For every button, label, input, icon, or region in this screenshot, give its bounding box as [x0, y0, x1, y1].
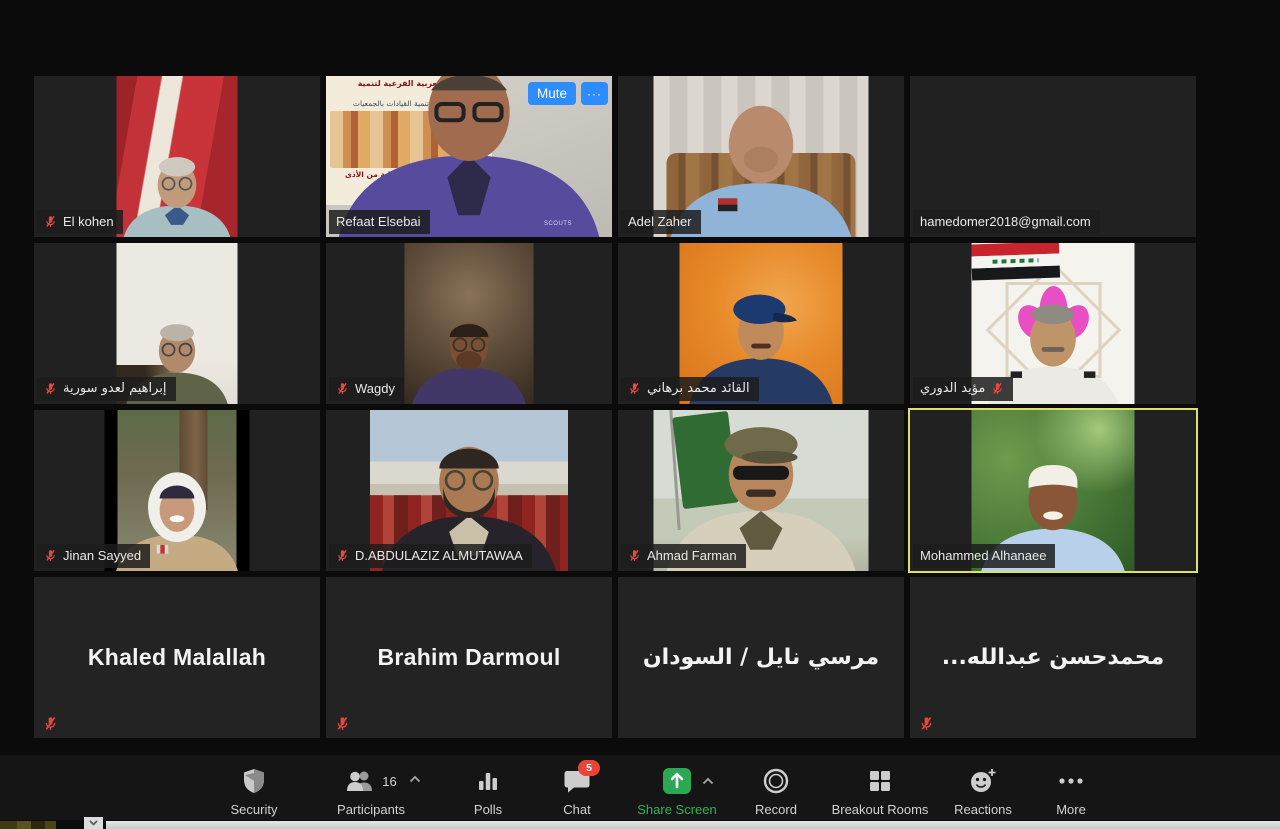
participant-name: hamedomer2018@gmail.com	[920, 215, 1091, 228]
participant-name: Jinan Sayyed	[63, 549, 141, 562]
security-label: Security	[231, 802, 278, 817]
person-silhouette	[405, 243, 534, 404]
muted-mic-icon	[43, 716, 58, 731]
participant-name-label: Adel Zaher	[621, 210, 701, 234]
meeting-toolbar: op Video Security 16 Par	[0, 755, 1280, 820]
participant-name-label: Jinan Sayyed	[37, 544, 150, 568]
polls-icon	[476, 769, 500, 793]
more-button[interactable]: More	[1006, 767, 1136, 817]
participants-button[interactable]: 16 Participants	[306, 767, 436, 817]
video-tile-wagdy[interactable]: Wagdy	[326, 243, 612, 404]
muted-mic-icon	[919, 716, 934, 731]
participant-name-label: إبراهيم لعدو سورية	[37, 377, 176, 401]
breakout-rooms-icon	[868, 769, 892, 793]
participant-name-label: hamedomer2018@gmail.com	[913, 210, 1100, 234]
participant-name: El kohen	[63, 215, 114, 228]
video-tile-hamedomer[interactable]: hamedomer2018@gmail.com	[910, 76, 1196, 237]
video-tile-abdulaziz[interactable]: D.ABDULAZIZ ALMUTAWAA	[326, 410, 612, 571]
video-tile-ahmad-farman[interactable]: Ahmad Farman	[618, 410, 904, 571]
muted-mic-icon	[44, 549, 57, 562]
muted-mic-icon	[44, 215, 57, 228]
participant-name-label: Wagdy	[329, 377, 404, 401]
participants-count: 16	[382, 774, 396, 789]
breakout-rooms-label: Breakout Rooms	[832, 802, 929, 817]
chat-label: Chat	[563, 802, 590, 817]
participant-name-label: Refaat Elsebai	[329, 210, 430, 234]
share-screen-label: Share Screen	[637, 802, 717, 817]
shield-icon	[242, 768, 266, 794]
background-window-edge	[106, 821, 1280, 829]
mute-button[interactable]: Mute	[528, 82, 576, 105]
participant-name-label: القائد محمد برهاني	[621, 377, 759, 401]
video-tile-jinan-sayyed[interactable]: Jinan Sayyed	[34, 410, 320, 571]
chevron-down-icon	[89, 820, 98, 826]
muted-mic-icon	[336, 549, 349, 562]
participant-name: Mohammed Alhanaee	[920, 549, 1046, 562]
participant-name: محمدحسن عبدالله...	[910, 577, 1196, 738]
chevron-up-icon[interactable]	[409, 775, 421, 783]
participant-name: مرسي نايل / السودان	[618, 577, 904, 738]
video-tile-morsi-nayel[interactable]: مرسي نايل / السودان	[618, 577, 904, 738]
participant-name-label: D.ABDULAZIZ ALMUTAWAA	[329, 544, 532, 568]
participant-name: D.ABDULAZIZ ALMUTAWAA	[355, 549, 523, 562]
more-label: More	[1056, 802, 1086, 817]
participant-name-label: Mohammed Alhanaee	[913, 544, 1055, 568]
video-feed	[117, 76, 238, 237]
chat-badge: 5	[578, 760, 600, 776]
video-tile-brahim-darmoul[interactable]: Brahim Darmoul	[326, 577, 612, 738]
participant-name: Ahmad Farman	[647, 549, 737, 562]
participants-icon	[345, 769, 377, 793]
participant-name-label: Ahmad Farman	[621, 544, 746, 568]
polls-label: Polls	[474, 802, 502, 817]
muted-mic-icon	[991, 382, 1004, 395]
participant-name: إبراهيم لعدو سورية	[63, 382, 167, 395]
person-silhouette	[117, 76, 238, 237]
video-tile-moayad-aldouri[interactable]: مؤيد الدوري	[910, 243, 1196, 404]
muted-mic-icon	[335, 716, 350, 731]
record-label: Record	[755, 802, 797, 817]
shirt-logo-text: SCOUTS	[544, 221, 572, 227]
video-tile-qaid-burhani[interactable]: القائد محمد برهاني	[618, 243, 904, 404]
participant-name: Wagdy	[355, 382, 395, 395]
video-tile-refaat-elsebai[interactable]: ال١٣ للجنة العربية الفرعية لتنمية القياد…	[326, 76, 612, 237]
video-tile-mohammedhassan[interactable]: محمدحسن عبدالله...	[910, 577, 1196, 738]
muted-mic-icon	[628, 549, 641, 562]
zoom-meeting-window: El kohen ال١٣ للجنة العربية الفرعية لتنم…	[0, 0, 1280, 829]
muted-mic-icon	[336, 382, 349, 395]
participant-name-label: El kohen	[37, 210, 123, 234]
participant-name: القائد محمد برهاني	[647, 382, 750, 395]
reactions-label: Reactions	[954, 802, 1012, 817]
record-icon	[763, 768, 789, 794]
video-grid: El kohen ال١٣ للجنة العربية الفرعية لتنم…	[34, 76, 1196, 738]
participants-label: Participants	[337, 802, 405, 817]
participant-name: Khaled Malallah	[34, 577, 320, 738]
background-window-fragment	[0, 821, 56, 829]
more-options-button[interactable]: ···	[581, 82, 608, 105]
reactions-icon	[969, 768, 997, 794]
video-tile-ibrahim[interactable]: إبراهيم لعدو سورية	[34, 243, 320, 404]
muted-mic-icon	[44, 382, 57, 395]
participant-name: مؤيد الدوري	[920, 382, 985, 395]
muted-mic-icon	[628, 382, 641, 395]
video-feed	[405, 243, 534, 404]
participant-name: Brahim Darmoul	[326, 577, 612, 738]
share-screen-icon	[662, 767, 692, 795]
participant-name: Refaat Elsebai	[336, 215, 421, 228]
participant-name: Adel Zaher	[628, 215, 692, 228]
video-tile-khaled-malallah[interactable]: Khaled Malallah	[34, 577, 320, 738]
video-tile-mohammed-alhanaee[interactable]: Mohammed Alhanaee	[910, 410, 1196, 571]
scroll-down-button[interactable]	[84, 817, 103, 829]
video-tile-adel-zaher[interactable]: Adel Zaher	[618, 76, 904, 237]
participant-name-label: مؤيد الدوري	[913, 377, 1013, 401]
more-dots-icon	[1058, 777, 1084, 785]
video-tile-el-kohen[interactable]: El kohen	[34, 76, 320, 237]
security-button[interactable]: Security	[189, 767, 319, 817]
